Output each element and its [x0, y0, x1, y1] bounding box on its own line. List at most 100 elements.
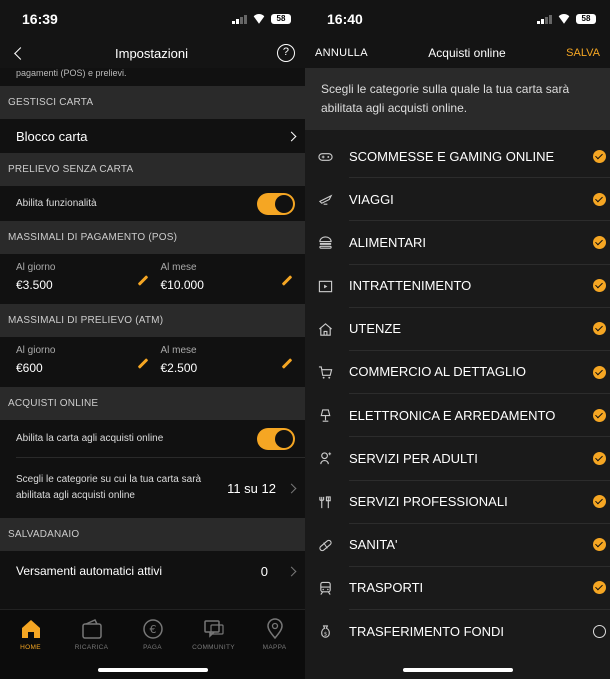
home-icon	[21, 620, 40, 638]
map-pin-icon	[266, 618, 283, 640]
settings-header: Impostazioni ?	[0, 38, 305, 68]
battery-icon: 58	[271, 14, 291, 24]
checkmark-icon[interactable]	[593, 538, 606, 552]
status-time: 16:39	[22, 11, 58, 27]
category-item[interactable]: SCOMMESSE E GAMING ONLINE	[305, 135, 610, 179]
blocco-carta-row[interactable]: Blocco carta	[0, 119, 305, 153]
checkmark-icon[interactable]	[593, 365, 606, 379]
atm-month-limit: Al mese €2.500	[161, 337, 306, 387]
atm-day-label: Al giorno	[16, 345, 56, 356]
section-salvadanaio: SALVADANAIO	[0, 518, 305, 551]
acquisti-header: ANNULLA Acquisti online SALVA	[305, 38, 610, 68]
status-bar: 16:40 58	[305, 0, 610, 38]
category-list: SCOMMESSE E GAMING ONLINE VIAGGI ALIMENT…	[305, 130, 610, 653]
category-label: SCOMMESSE E GAMING ONLINE	[349, 148, 555, 164]
versamenti-count: 0	[260, 563, 268, 579]
chevron-right-icon	[286, 566, 297, 576]
intro-text: Scegli le categorie sulla quale la tua c…	[305, 68, 610, 130]
blocco-carta-label: Blocco carta	[16, 128, 88, 144]
category-label: SERVIZI PER ADULTI	[349, 450, 478, 466]
versamenti-label: Versamenti automatici attivi	[16, 564, 163, 578]
categorie-row[interactable]: Scegli le categorie su cui la tua carta …	[0, 458, 305, 518]
checkmark-icon[interactable]	[593, 235, 606, 249]
chevron-right-icon	[286, 131, 297, 141]
pos-limits-row: Al giorno €3.500 Al mese €10.000	[0, 254, 305, 304]
checkmark-icon[interactable]	[593, 451, 606, 465]
category-item[interactable]: $ TRASFERIMENTO FONDI	[305, 610, 610, 653]
wallet-icon	[81, 619, 102, 639]
acquisti-online-screen: 16:40 58 ANNULLA Acquisti online SALVA S…	[305, 0, 610, 679]
tab-label: HOME	[20, 644, 41, 651]
checkmark-icon[interactable]	[593, 495, 606, 509]
help-icon[interactable]: ?	[276, 44, 295, 62]
section-massimali-pos: MASSIMALI DI PAGAMENTO (POS)	[0, 221, 305, 254]
tab-label: COMMUNITY	[192, 644, 235, 651]
euro-icon: €	[142, 619, 163, 639]
category-item[interactable]: INTRATTENIMENTO	[305, 265, 610, 308]
section-acquisti-online: ACQUISTI ONLINE	[0, 387, 305, 420]
svg-text:$: $	[323, 631, 327, 637]
tab-label: MAPPA	[262, 644, 287, 651]
category-item[interactable]: TRASPORTI	[305, 567, 610, 611]
checkmark-icon[interactable]	[593, 408, 606, 422]
pos-month-label: Al mese	[160, 262, 197, 273]
category-label: UTENZE	[349, 321, 401, 337]
tab-label: PAGA	[143, 644, 162, 651]
page-title: Acquisti online	[428, 46, 506, 60]
category-label: SERVIZI PROFESSIONALI	[349, 494, 508, 509]
checkmark-icon[interactable]	[593, 149, 606, 163]
tab-mappa[interactable]: MAPPA	[244, 610, 305, 679]
section-prelievo-senza-carta: PRELIEVO SENZA CARTA	[0, 153, 305, 186]
film-icon	[317, 278, 333, 294]
category-item[interactable]: ALIMENTARI	[305, 221, 610, 265]
category-item[interactable]: COMMERCIO AL DETTAGLIO	[305, 351, 610, 395]
page-title: Impostazioni	[115, 45, 188, 61]
category-item[interactable]: SERVIZI PROFESSIONALI	[305, 481, 610, 524]
back-icon[interactable]	[12, 45, 26, 61]
battery-icon: 58	[576, 14, 596, 24]
pill-icon	[317, 537, 333, 553]
checkmark-icon[interactable]	[593, 322, 606, 336]
category-item[interactable]: SERVIZI PER ADULTI	[305, 437, 610, 481]
category-label: TRASPORTI	[349, 580, 424, 596]
categorie-count: 11 su 12	[227, 480, 276, 496]
category-item[interactable]: VIAGGI	[305, 178, 610, 222]
category-item[interactable]: UTENZE	[305, 308, 610, 351]
empty-circle-icon[interactable]	[593, 625, 606, 639]
checkmark-icon[interactable]	[593, 192, 606, 206]
wifi-icon	[557, 14, 571, 24]
versamenti-row[interactable]: Versamenti automatici attivi 0	[0, 551, 305, 591]
pos-day-label: Al giorno	[16, 262, 56, 273]
annulla-button[interactable]: ANNULLA	[315, 47, 368, 59]
burger-icon	[317, 235, 333, 251]
category-label: SANITA'	[349, 537, 398, 553]
abilita-funzionalita-label: Abilita funzionalità	[16, 198, 97, 209]
chevron-right-icon	[286, 483, 297, 493]
abilita-online-row: Abilita la carta agli acquisti online	[0, 420, 305, 457]
status-time: 16:40	[327, 11, 363, 27]
tab-home[interactable]: HOME	[0, 610, 61, 679]
category-label: VIAGGI	[349, 191, 394, 207]
checkmark-icon[interactable]	[593, 581, 606, 595]
settings-screen: 16:39 58 Impostazioni ? pagamenti (POS) …	[0, 0, 305, 679]
gamepad-icon	[317, 149, 333, 165]
abilita-online-toggle[interactable]	[257, 427, 295, 450]
abilita-funzionalita-row: Abilita funzionalità	[0, 186, 305, 221]
category-label: ELETTRONICA E ARREDAMENTO	[349, 407, 556, 423]
cart-icon	[317, 365, 333, 381]
checkmark-icon[interactable]	[593, 279, 606, 293]
home-indicator	[402, 668, 513, 672]
abilita-online-label: Abilita la carta agli acquisti online	[16, 433, 164, 444]
category-item[interactable]: SANITA'	[305, 524, 610, 567]
pos-day-limit: Al giorno €3.500	[16, 254, 161, 304]
plane-icon	[317, 192, 333, 208]
signal-icon	[537, 14, 552, 24]
house-icon	[317, 321, 333, 337]
tools-icon	[317, 494, 333, 510]
home-indicator	[97, 668, 208, 672]
salva-button[interactable]: SALVA	[566, 47, 600, 59]
abilita-funzionalita-toggle[interactable]	[257, 192, 295, 215]
pos-month-limit: Al mese €10.000	[161, 254, 306, 304]
category-label: TRASFERIMENTO FONDI	[349, 624, 505, 640]
category-item[interactable]: ELETTRONICA E ARREDAMENTO	[305, 394, 610, 438]
